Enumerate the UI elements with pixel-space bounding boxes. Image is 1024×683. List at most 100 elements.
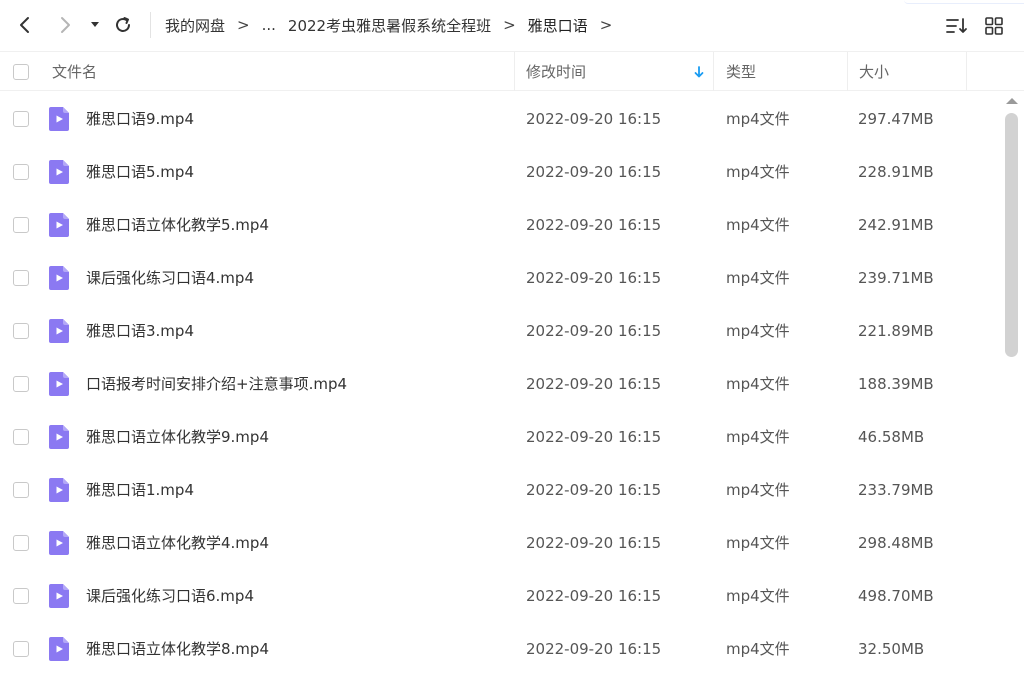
- file-size: 297.47MB: [858, 109, 934, 128]
- row-checkbox-cell: [13, 304, 29, 357]
- select-all-checkbox-cell: [13, 52, 29, 91]
- row-checkbox[interactable]: [13, 216, 29, 233]
- row-checkbox-cell: [13, 92, 29, 145]
- sort-button[interactable]: [944, 13, 970, 39]
- file-size: 32.50MB: [858, 639, 925, 658]
- row-checkbox[interactable]: [13, 110, 29, 127]
- back-button[interactable]: [10, 10, 40, 40]
- file-name[interactable]: 雅思口语立体化教学5.mp4: [86, 198, 269, 251]
- file-name[interactable]: 课后强化练习口语6.mp4: [86, 569, 254, 622]
- file-name[interactable]: 口语报考时间安排介绍+注意事项.mp4: [86, 357, 347, 410]
- grid-view-button[interactable]: [981, 13, 1007, 39]
- table-header: 文件名 修改时间 类型 大小: [0, 51, 1024, 91]
- header-type[interactable]: 类型: [726, 52, 756, 91]
- file-size: 46.58MB: [858, 427, 925, 446]
- breadcrumb-ellipsis[interactable]: ...: [262, 16, 276, 34]
- chevron-right-icon: [61, 17, 70, 33]
- breadcrumb-root[interactable]: 我的网盘: [165, 15, 225, 36]
- row-checkbox[interactable]: [13, 163, 29, 180]
- file-type: mp4文件: [726, 534, 790, 552]
- breadcrumb-current[interactable]: 雅思口语: [528, 15, 588, 36]
- video-file-icon: [49, 424, 69, 449]
- video-file-icon: [49, 371, 69, 396]
- table-row[interactable]: 雅思口语3.mp4 2022-09-20 16:15 mp4文件 221.89MB: [0, 304, 1000, 357]
- arrow-down-icon: [694, 65, 704, 77]
- row-checkbox[interactable]: [13, 587, 29, 604]
- column-divider[interactable]: [713, 52, 714, 91]
- video-file-icon-cell: [48, 516, 70, 569]
- table-row[interactable]: 雅思口语立体化教学9.mp4 2022-09-20 16:15 mp4文件 46.58…: [0, 410, 1000, 463]
- refresh-button[interactable]: [108, 10, 138, 40]
- row-checkbox[interactable]: [13, 375, 29, 392]
- row-checkbox[interactable]: [13, 481, 29, 498]
- row-checkbox-cell: [13, 569, 29, 622]
- video-file-icon: [49, 265, 69, 290]
- header-modified[interactable]: 修改时间: [526, 52, 586, 91]
- modified-time: 2022-09-20 16:15: [526, 427, 662, 446]
- modified-time: 2022-09-20 16:15: [526, 639, 662, 658]
- modified-time: 2022-09-20 16:15: [526, 215, 662, 234]
- file-name[interactable]: 雅思口语立体化教学9.mp4: [86, 410, 269, 463]
- file-size: 228.91MB: [858, 162, 934, 181]
- video-file-icon: [49, 318, 69, 343]
- file-size: 498.70MB: [858, 586, 934, 605]
- file-type: mp4文件: [726, 375, 790, 393]
- breadcrumb: 我的网盘 > ... 2022考虫雅思暑假系统全程班 > 雅思口语 >: [165, 0, 624, 50]
- window-edge-accent: [880, 0, 1024, 4]
- column-divider[interactable]: [514, 52, 515, 91]
- table-row[interactable]: 雅思口语立体化教学4.mp4 2022-09-20 16:15 mp4文件 298.4…: [0, 516, 1000, 569]
- forward-button[interactable]: [50, 10, 80, 40]
- file-size: 233.79MB: [858, 480, 934, 499]
- file-name[interactable]: 雅思口语立体化教学4.mp4: [86, 516, 269, 569]
- table-row[interactable]: 雅思口语立体化教学8.mp4 2022-09-20 16:15 mp4文件 32.50…: [0, 622, 1000, 675]
- table-row[interactable]: 口语报考时间安排介绍+注意事项.mp4 2022-09-20 16:15 mp4文件…: [0, 357, 1000, 410]
- scrollbar-thumb[interactable]: [1005, 113, 1018, 357]
- file-type: mp4文件: [726, 269, 790, 287]
- file-type: mp4文件: [726, 428, 790, 446]
- caret-down-icon: [91, 22, 99, 27]
- header-name[interactable]: 文件名: [52, 52, 97, 91]
- row-checkbox[interactable]: [13, 269, 29, 286]
- table-row[interactable]: 雅思口语立体化教学5.mp4 2022-09-20 16:15 mp4文件 242.9…: [0, 198, 1000, 251]
- file-type: mp4文件: [726, 110, 790, 128]
- row-checkbox[interactable]: [13, 428, 29, 445]
- modified-time: 2022-09-20 16:15: [526, 374, 662, 393]
- file-name[interactable]: 雅思口语5.mp4: [86, 145, 194, 198]
- row-checkbox-cell: [13, 622, 29, 675]
- modified-time: 2022-09-20 16:15: [526, 586, 662, 605]
- select-all-checkbox[interactable]: [13, 63, 29, 80]
- row-checkbox[interactable]: [13, 640, 29, 657]
- video-file-icon-cell: [48, 304, 70, 357]
- file-name[interactable]: 雅思口语1.mp4: [86, 463, 194, 516]
- history-dropdown-button[interactable]: [82, 10, 108, 40]
- breadcrumb-separator: >: [503, 16, 516, 34]
- sort-desc-indicator[interactable]: [694, 52, 704, 91]
- header-size[interactable]: 大小: [859, 52, 889, 91]
- table-row[interactable]: 雅思口语9.mp4 2022-09-20 16:15 mp4文件 297.47MB: [0, 92, 1000, 145]
- chevron-left-icon: [20, 17, 29, 33]
- column-divider[interactable]: [847, 52, 848, 91]
- file-name[interactable]: 雅思口语9.mp4: [86, 92, 194, 145]
- row-checkbox-cell: [13, 145, 29, 198]
- file-name[interactable]: 课后强化练习口语4.mp4: [86, 251, 254, 304]
- file-name[interactable]: 雅思口语立体化教学8.mp4: [86, 622, 269, 675]
- table-row[interactable]: 课后强化练习口语4.mp4 2022-09-20 16:15 mp4文件 239.71…: [0, 251, 1000, 304]
- row-checkbox[interactable]: [13, 534, 29, 551]
- modified-time: 2022-09-20 16:15: [526, 533, 662, 552]
- row-checkbox[interactable]: [13, 322, 29, 339]
- breadcrumb-parent[interactable]: 2022考虫雅思暑假系统全程班: [288, 15, 491, 36]
- row-checkbox-cell: [13, 516, 29, 569]
- video-file-icon-cell: [48, 251, 70, 304]
- table-row[interactable]: 雅思口语5.mp4 2022-09-20 16:15 mp4文件 228.91MB: [0, 145, 1000, 198]
- scroll-up-arrow-icon[interactable]: [1006, 98, 1018, 104]
- toolbar-divider: [150, 12, 151, 38]
- table-row[interactable]: 课后强化练习口语6.mp4 2022-09-20 16:15 mp4文件 498.70…: [0, 569, 1000, 622]
- file-name[interactable]: 雅思口语3.mp4: [86, 304, 194, 357]
- file-size: 298.48MB: [858, 533, 934, 552]
- modified-time: 2022-09-20 16:15: [526, 480, 662, 499]
- table-row[interactable]: 雅思口语1.mp4 2022-09-20 16:15 mp4文件 233.79MB: [0, 463, 1000, 516]
- video-file-icon-cell: [48, 410, 70, 463]
- modified-time: 2022-09-20 16:15: [526, 268, 662, 287]
- column-divider[interactable]: [966, 52, 967, 91]
- video-file-icon-cell: [48, 198, 70, 251]
